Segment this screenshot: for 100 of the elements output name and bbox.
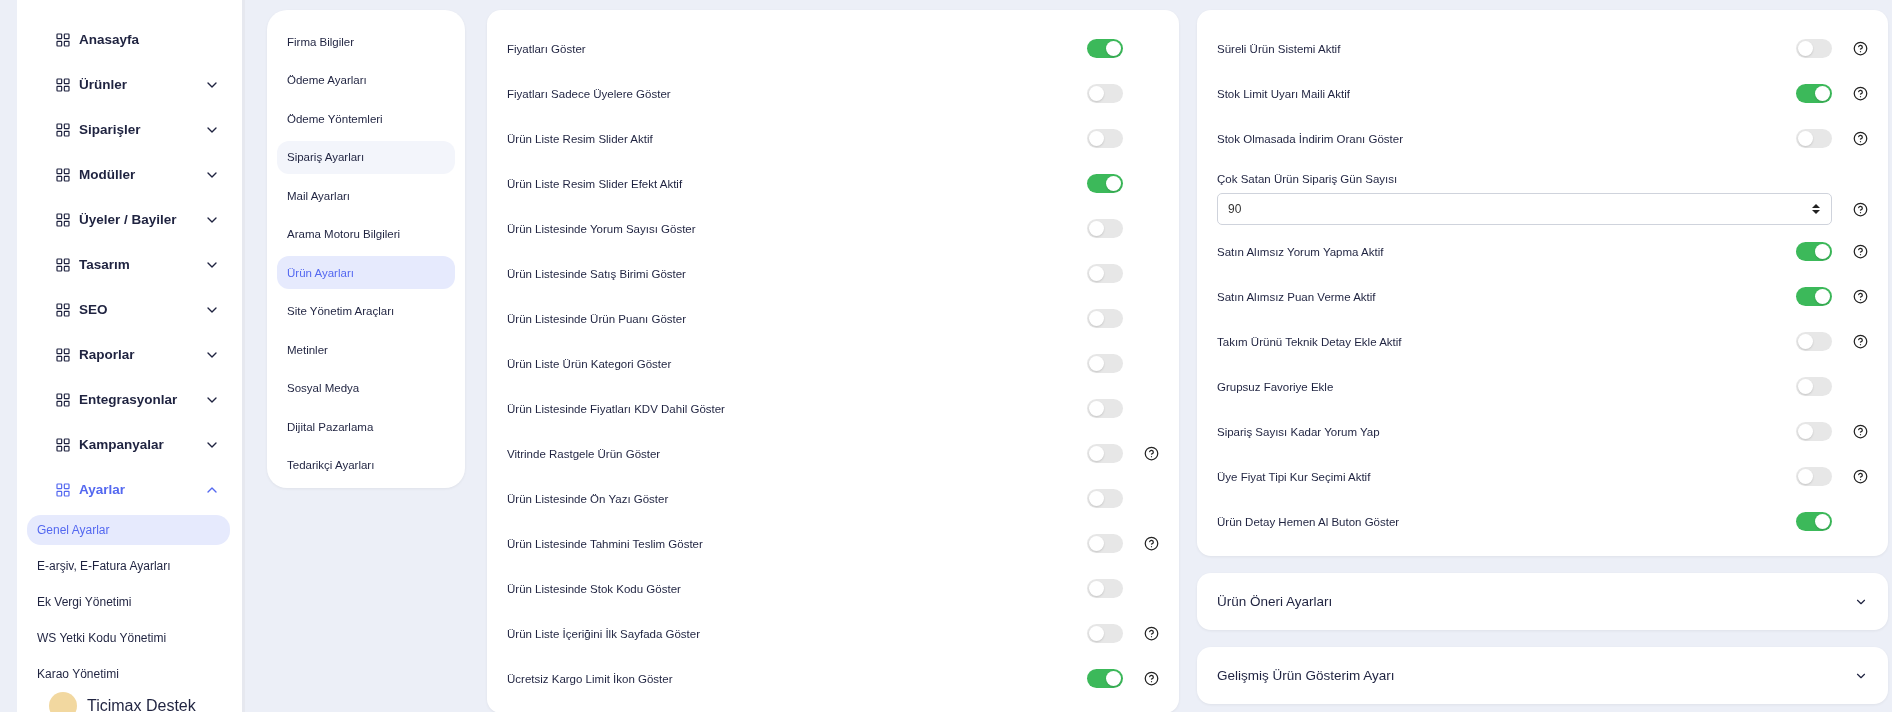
help-icon[interactable]: [1853, 41, 1868, 56]
sidebar-item[interactable]: Kampanyalar: [27, 422, 230, 467]
sidebar-item[interactable]: Siparişler: [27, 107, 230, 152]
menu-item[interactable]: Ürün Ayarları: [277, 256, 455, 289]
sidebar-item[interactable]: Raporlar: [27, 332, 230, 377]
spinner-icon[interactable]: [1812, 203, 1820, 215]
setting-label: Satın Alımsız Puan Verme Aktif: [1217, 290, 1377, 303]
toggle-switch[interactable]: [1796, 512, 1832, 531]
grid-icon: [55, 121, 71, 138]
toggle-switch[interactable]: [1087, 264, 1123, 283]
menu-item[interactable]: Tedarikçi Ayarları: [277, 448, 455, 482]
toggle-switch[interactable]: [1796, 129, 1832, 148]
toggle-switch[interactable]: [1087, 444, 1123, 463]
toggle-switch[interactable]: [1087, 579, 1123, 598]
toggle-switch[interactable]: [1087, 129, 1123, 148]
help-icon[interactable]: [1853, 86, 1868, 101]
setting-label: Fiyatları Sadece Üyelere Göster: [507, 87, 672, 100]
toggle-switch[interactable]: [1796, 332, 1832, 351]
sidebar-item[interactable]: Anasayfa: [27, 17, 230, 62]
toggle-switch[interactable]: [1087, 84, 1123, 103]
setting-label: Ürün Listesinde Satış Birimi Göster: [507, 267, 687, 280]
menu-item[interactable]: Ödeme Yöntemleri: [277, 102, 455, 135]
setting-label: Üye Fiyat Tipi Kur Seçimi Aktif: [1217, 470, 1372, 483]
toggle-switch[interactable]: [1796, 242, 1832, 261]
menu-item[interactable]: Dijital Pazarlama: [277, 410, 455, 443]
setting-label: Ürün Listesinde Yorum Sayısı Göster: [507, 222, 697, 235]
toggle-switch[interactable]: [1796, 287, 1832, 306]
grid-icon: [55, 76, 71, 93]
grid-icon: [55, 391, 71, 408]
toggle-switch[interactable]: [1796, 377, 1832, 396]
help-icon[interactable]: [1853, 424, 1868, 439]
toggle-switch[interactable]: [1087, 219, 1123, 238]
setting-label: Fiyatları Göster: [507, 42, 587, 55]
help-icon[interactable]: [1853, 469, 1868, 484]
menu-item[interactable]: Firma Bilgiler: [277, 25, 455, 58]
menu-item[interactable]: Arama Motoru Bilgileri: [277, 217, 455, 251]
sidebar-item[interactable]: SEO: [27, 287, 230, 332]
help-icon[interactable]: [1853, 201, 1868, 217]
toggle-switch[interactable]: [1087, 624, 1123, 643]
help-icon[interactable]: [1853, 131, 1868, 146]
grid-icon: [55, 166, 71, 183]
sidebar-subitem[interactable]: E-arşiv, E-Fatura Ayarları: [27, 551, 230, 581]
sidebar-item[interactable]: Ayarlar: [27, 467, 230, 512]
sidebar-subitem[interactable]: Ek Vergi Yönetimi: [27, 587, 230, 617]
help-icon[interactable]: [1853, 289, 1868, 304]
sidebar-subitem[interactable]: Genel Ayarlar: [27, 515, 230, 545]
accordion-header[interactable]: Gelişmiş Ürün Gösterim Ayarı: [1197, 647, 1888, 704]
grid-icon: [55, 301, 71, 318]
setting-label: Satın Alımsız Yorum Yapma Aktif: [1217, 245, 1385, 258]
sidebar-item[interactable]: Ürünler: [27, 62, 230, 107]
toggle-switch[interactable]: [1796, 84, 1832, 103]
toggle-switch[interactable]: [1087, 174, 1123, 193]
sidebar-item[interactable]: Tasarım: [27, 242, 230, 287]
help-icon[interactable]: [1144, 671, 1159, 686]
help-icon[interactable]: [1853, 334, 1868, 349]
sidebar-item[interactable]: Üyeler / Bayiler: [27, 197, 230, 242]
toggle-switch[interactable]: [1087, 39, 1123, 58]
menu-item[interactable]: Site Yönetim Araçları: [277, 294, 455, 328]
help-icon[interactable]: [1853, 244, 1868, 259]
setting-label: Ücretsiz Kargo Limit İkon Göster: [507, 672, 674, 685]
toggle-switch[interactable]: [1796, 422, 1832, 441]
setting-label: Ürün Detay Hemen Al Buton Göster: [1217, 515, 1401, 528]
setting-label: Ürün Listesinde Stok Kodu Göster: [507, 582, 682, 595]
menu-item[interactable]: Metinler: [277, 333, 455, 366]
help-icon[interactable]: [1144, 626, 1159, 641]
setting-label: Ürün Liste Resim Slider Efekt Aktif: [507, 177, 684, 190]
setting-label: Çok Satan Ürün Sipariş Gün Sayısı: [1217, 173, 1399, 185]
toggle-switch[interactable]: [1796, 467, 1832, 486]
menu-item[interactable]: Sipariş Ayarları: [277, 140, 455, 174]
grid-icon: [55, 256, 71, 273]
setting-label: Stok Limit Uyarı Maili Aktif: [1217, 87, 1351, 100]
toggle-switch[interactable]: [1087, 534, 1123, 553]
setting-label: Sipariş Sayısı Kadar Yorum Yap: [1217, 425, 1381, 438]
toggle-switch[interactable]: [1087, 309, 1123, 328]
menu-item[interactable]: Sosyal Medya: [277, 371, 455, 405]
setting-label: Stok Olmasada İndirim Oranı Göster: [1217, 132, 1404, 145]
help-icon[interactable]: [1144, 446, 1159, 461]
setting-label: Ürün Listesinde Tahmini Teslim Göster: [507, 537, 704, 550]
toggle-switch[interactable]: [1087, 399, 1123, 418]
setting-label: Ürün Listesinde Ön Yazı Göster: [507, 492, 670, 505]
toggle-switch[interactable]: [1087, 669, 1123, 688]
accordion-header[interactable]: Ürün Öneri Ayarları: [1197, 573, 1888, 630]
sidebar-item[interactable]: Entegrasyonlar: [27, 377, 230, 422]
setting-label: Süreli Ürün Sistemi Aktif: [1217, 42, 1342, 55]
setting-label: Takım Ürünü Teknik Detay Ekle Aktif: [1217, 335, 1403, 348]
toggle-switch[interactable]: [1796, 39, 1832, 58]
setting-label: Vitrinde Rastgele Ürün Göster: [507, 447, 662, 460]
menu-item[interactable]: Ödeme Ayarları: [277, 63, 455, 97]
sidebar-subitem[interactable]: Karao Yönetimi: [27, 659, 230, 689]
setting-label: Ürün Listesinde Fiyatları KDV Dahil Göster: [507, 402, 726, 415]
sidebar-item[interactable]: Modüller: [27, 152, 230, 197]
number-field[interactable]: 90: [1217, 193, 1832, 225]
toggle-switch[interactable]: [1087, 354, 1123, 373]
setting-label: Ürün Listesinde Ürün Puanı Göster: [507, 312, 687, 325]
toggle-switch[interactable]: [1087, 489, 1123, 508]
grid-icon: [55, 346, 71, 363]
menu-item[interactable]: Mail Ayarları: [277, 179, 455, 212]
setting-label: Grupsuz Favoriye Ekle: [1217, 380, 1335, 393]
sidebar-subitem[interactable]: WS Yetki Kodu Yönetimi: [27, 623, 230, 653]
help-icon[interactable]: [1144, 536, 1159, 551]
